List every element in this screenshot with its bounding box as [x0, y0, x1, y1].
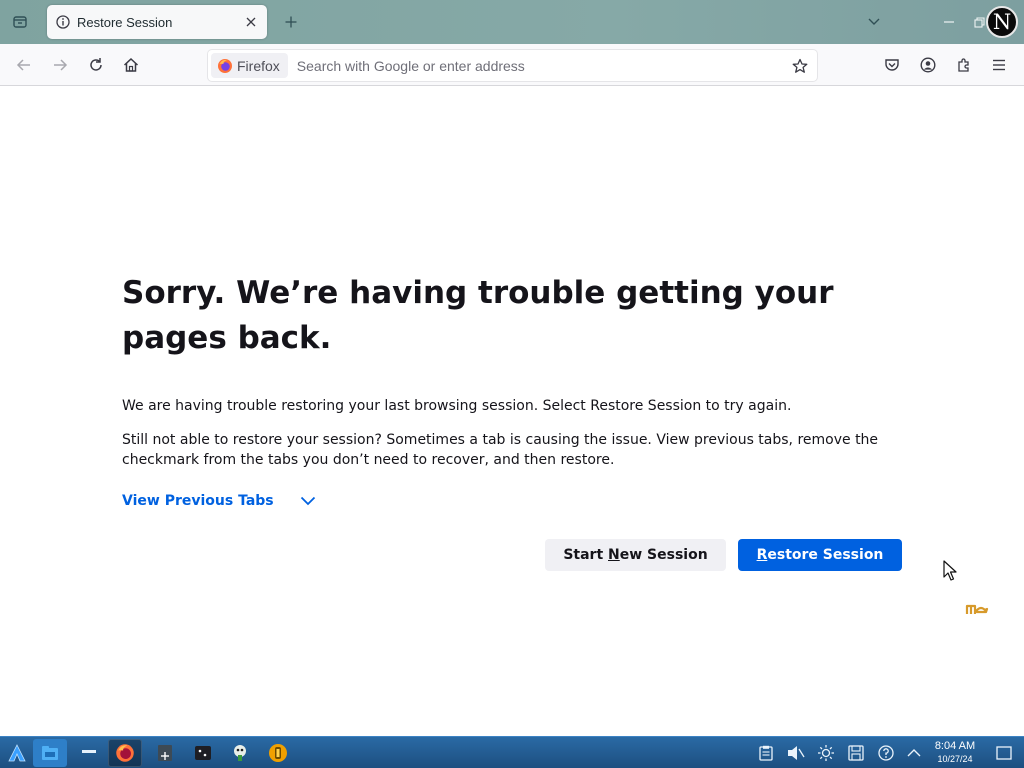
- info-icon: [55, 14, 71, 30]
- star-icon: [792, 58, 808, 73]
- firefox-logo-icon: [116, 744, 134, 762]
- reload-button[interactable]: [82, 51, 110, 79]
- forward-button[interactable]: [46, 51, 74, 79]
- show-desktop-button[interactable]: [994, 743, 1014, 763]
- taskbar-window-indicator[interactable]: [76, 739, 102, 767]
- extensions-icon: [958, 58, 969, 72]
- tray-expand[interactable]: [904, 743, 924, 763]
- description-text: We are having trouble restoring your las…: [122, 398, 792, 414]
- menu-icon: [993, 59, 1005, 71]
- bookmark-star-button[interactable]: [787, 53, 813, 79]
- clock-time: 8:04 AM: [934, 740, 976, 752]
- tray-clipboard[interactable]: [756, 743, 776, 763]
- taskbar-game[interactable]: [223, 739, 257, 767]
- instruction-text: Still not able to restore your session? …: [122, 432, 879, 468]
- plus-icon: [285, 16, 297, 28]
- page-title: Sorry. We’re having trouble getting your…: [122, 275, 834, 356]
- game-icon: [234, 745, 246, 761]
- restore-accesskey: R: [756, 547, 768, 563]
- mascot-icon: [965, 604, 989, 614]
- tray-save[interactable]: [846, 743, 866, 763]
- restore-icon: [973, 16, 985, 28]
- avatar[interactable]: N: [986, 6, 1018, 38]
- new-tab-button[interactable]: [279, 10, 303, 34]
- tray-help[interactable]: [876, 743, 896, 763]
- taskbar: 8:04 AM 10/27/24: [0, 736, 1024, 768]
- pocket-button[interactable]: [878, 51, 906, 79]
- firefox-logo-icon: [218, 58, 232, 73]
- tab-overflow-button[interactable]: [862, 10, 886, 34]
- app-launcher-button[interactable]: [4, 739, 30, 767]
- help-icon: [878, 745, 894, 761]
- reload-icon: [90, 58, 102, 71]
- minimize-button[interactable]: [937, 10, 961, 34]
- chevron-up-icon: [907, 749, 921, 757]
- save-icon: [848, 745, 864, 761]
- url-bar[interactable]: Firefox: [208, 50, 817, 81]
- start-new-label-post: ew Session: [619, 547, 708, 563]
- terminal-icon: [195, 746, 211, 760]
- taskbar-files[interactable]: [33, 739, 67, 767]
- home-icon: [123, 57, 139, 72]
- tray-brightness[interactable]: [816, 743, 836, 763]
- back-button[interactable]: [10, 51, 38, 79]
- app-menu-button[interactable]: [985, 51, 1013, 79]
- home-button[interactable]: [117, 51, 145, 79]
- volume-icon: [788, 746, 805, 760]
- files-icon: [42, 746, 58, 760]
- identity-box[interactable]: Firefox: [211, 53, 288, 78]
- close-icon: [246, 17, 256, 27]
- close-tab-button[interactable]: [241, 12, 261, 32]
- taskbar-calculator[interactable]: [148, 739, 182, 767]
- minimize-icon: [944, 21, 954, 23]
- mouse-cursor: [943, 560, 957, 581]
- media-player-icon: [269, 744, 287, 762]
- clock[interactable]: 8:04 AM 10/27/24: [926, 740, 984, 765]
- start-new-label-pre: Start: [563, 547, 609, 563]
- window-icon: [82, 750, 96, 753]
- view-previous-tabs-label: View Previous Tabs: [122, 493, 274, 509]
- page-content: Sorry. We’re having trouble getting your…: [0, 86, 1024, 736]
- tray-volume[interactable]: [786, 743, 806, 763]
- start-new-session-button[interactable]: Start New Session: [545, 539, 726, 571]
- clock-date: 10/27/24: [937, 754, 973, 764]
- app-launcher-icon: [8, 744, 26, 762]
- list-all-tabs-icon: [13, 16, 27, 28]
- chevron-down-icon: [868, 18, 880, 25]
- tab-title: Restore Session: [77, 14, 173, 30]
- start-new-accesskey: N: [608, 547, 620, 563]
- view-previous-tabs-toggle[interactable]: View Previous Tabs: [122, 491, 318, 511]
- back-arrow-icon: [16, 59, 30, 71]
- calculator-icon: [158, 745, 172, 761]
- taskbar-firefox[interactable]: [108, 739, 142, 767]
- identity-label: Firefox: [237, 57, 280, 74]
- list-all-tabs-button[interactable]: [6, 8, 34, 36]
- taskbar-vlc[interactable]: [261, 739, 295, 767]
- show-desktop-icon: [996, 746, 1012, 760]
- restore-label-post: estore Session: [767, 547, 884, 563]
- clipboard-icon: [759, 745, 773, 761]
- forward-arrow-icon: [54, 59, 68, 71]
- tab-restore-session[interactable]: Restore Session: [47, 5, 267, 39]
- brightness-icon: [818, 745, 834, 761]
- navigation-toolbar: Firefox: [0, 44, 1024, 86]
- taskbar-terminal[interactable]: [186, 739, 220, 767]
- account-button[interactable]: [914, 51, 942, 79]
- chevron-down-icon: [298, 491, 318, 511]
- pocket-icon: [885, 59, 899, 71]
- title-bar: Restore Session N: [0, 0, 1024, 44]
- restore-session-button[interactable]: Restore Session: [738, 539, 902, 571]
- address-input[interactable]: [296, 57, 787, 74]
- account-icon: [920, 57, 936, 73]
- extensions-button[interactable]: [950, 51, 978, 79]
